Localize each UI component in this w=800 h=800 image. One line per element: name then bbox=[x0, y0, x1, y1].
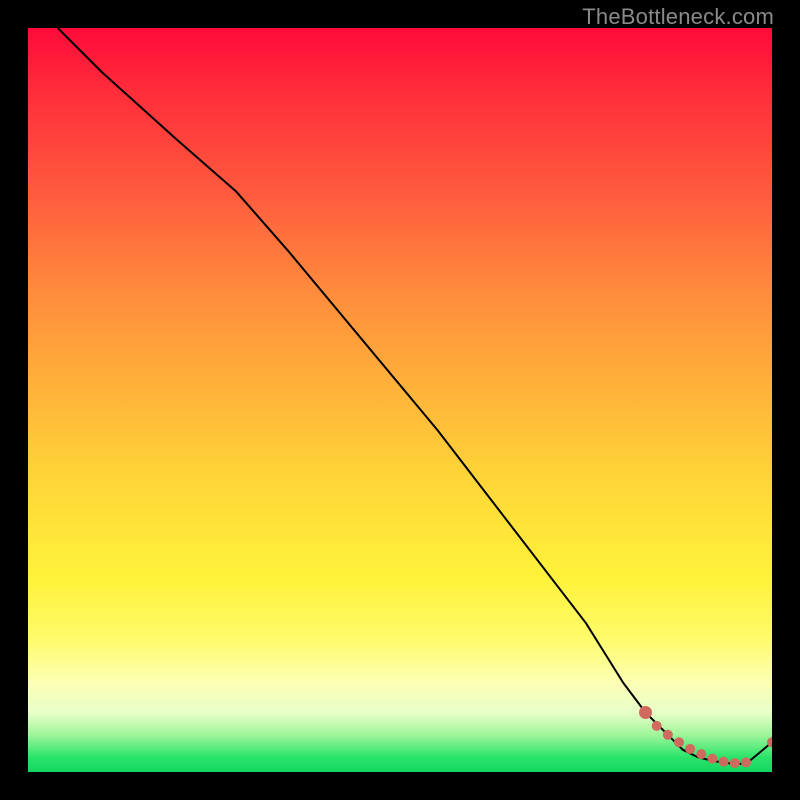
optimal-point bbox=[741, 757, 751, 767]
optimal-point bbox=[719, 757, 729, 767]
plot-area bbox=[28, 28, 772, 772]
watermark-label: TheBottleneck.com bbox=[582, 4, 774, 30]
optimal-point bbox=[730, 758, 740, 768]
optimal-point bbox=[685, 744, 695, 754]
bottleneck-curve bbox=[58, 28, 772, 764]
optimal-point bbox=[639, 706, 652, 719]
optimal-point bbox=[652, 721, 662, 731]
chart-stage: TheBottleneck.com bbox=[0, 0, 800, 800]
optimal-point bbox=[663, 730, 673, 740]
optimal-point bbox=[674, 737, 684, 747]
plot-svg bbox=[28, 28, 772, 772]
curve-layer bbox=[58, 28, 772, 764]
optimal-point bbox=[707, 754, 717, 764]
optimal-point bbox=[696, 749, 706, 759]
